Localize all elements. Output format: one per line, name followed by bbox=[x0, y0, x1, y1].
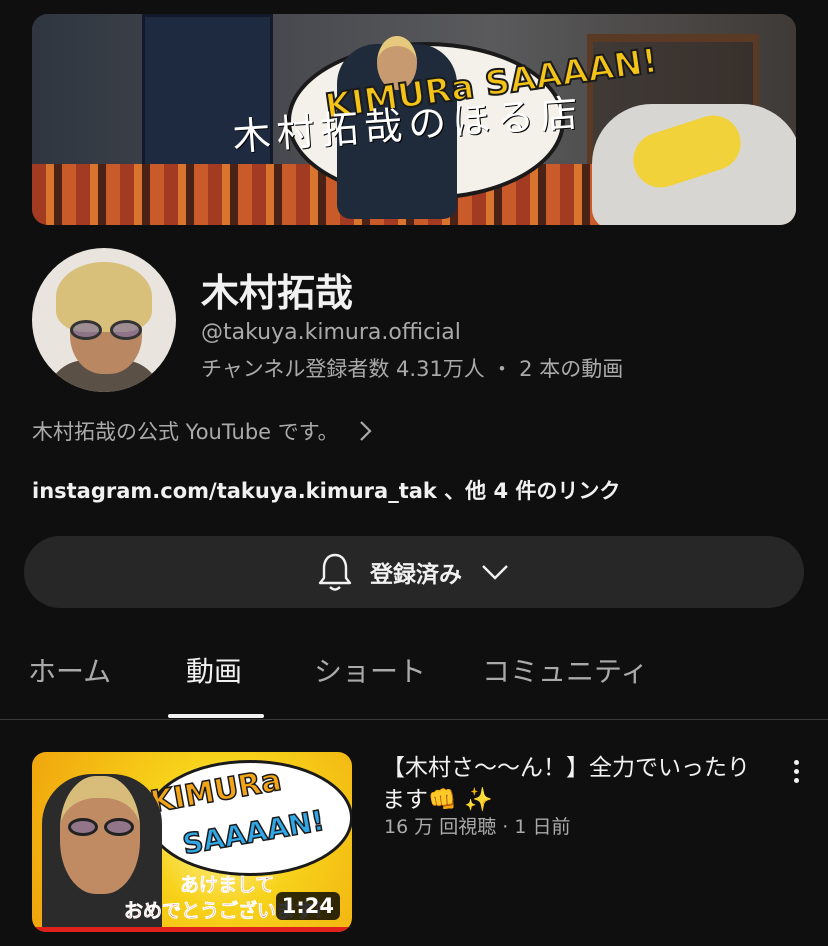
tab-shorts[interactable]: ショート bbox=[314, 650, 426, 690]
video-title[interactable]: 【木村さ〜〜ん！】全力でいったります👊 ✨ bbox=[382, 752, 752, 816]
thumbnail-glasses bbox=[62, 818, 140, 836]
more-options-icon[interactable] bbox=[786, 756, 806, 790]
channel-banner: KIMURa SAAAAN! 木村拓哉のほる店 bbox=[32, 14, 796, 225]
channel-description-text: 木村拓哉の公式 YouTube です。 bbox=[32, 420, 339, 444]
chevron-right-icon bbox=[359, 421, 372, 441]
active-tab-indicator bbox=[168, 714, 264, 718]
bell-icon bbox=[318, 553, 352, 591]
video-list-item[interactable]: KIMURa SAAAAN! あけまして おめでとうございます！ 1:24 【木… bbox=[32, 752, 812, 932]
avatar-glasses bbox=[62, 320, 150, 340]
subscribed-label: 登録済み bbox=[370, 562, 462, 588]
tab-home[interactable]: ホーム bbox=[28, 650, 111, 690]
chevron-down-icon bbox=[482, 565, 508, 580]
channel-links[interactable]: instagram.com/takuya.kimura_tak 、他 4 件のリ… bbox=[32, 475, 620, 505]
channel-stats: チャンネル登録者数 4.31万人 ・ 2 本の動画 bbox=[201, 357, 624, 381]
tab-videos[interactable]: 動画 bbox=[186, 650, 242, 690]
video-thumbnail[interactable]: KIMURa SAAAAN! あけまして おめでとうございます！ 1:24 bbox=[32, 752, 352, 932]
channel-description[interactable]: 木村拓哉の公式 YouTube です。 bbox=[32, 415, 377, 447]
tab-community[interactable]: コミュニティ bbox=[482, 650, 648, 690]
subscribed-button[interactable]: 登録済み bbox=[24, 536, 804, 608]
video-meta: 16 万 回視聴 · 1 日前 bbox=[384, 816, 571, 838]
channel-tabs: ホーム 動画 ショート コミュニティ bbox=[0, 630, 828, 720]
channel-name: 木村拓哉 bbox=[201, 271, 354, 315]
channel-handle: @takuya.kimura.official bbox=[201, 320, 461, 345]
video-duration: 1:24 bbox=[275, 892, 340, 920]
thumbnail-text-akemashite: あけまして bbox=[180, 874, 275, 897]
watch-progress-bar bbox=[32, 927, 352, 932]
channel-avatar[interactable] bbox=[32, 248, 176, 392]
